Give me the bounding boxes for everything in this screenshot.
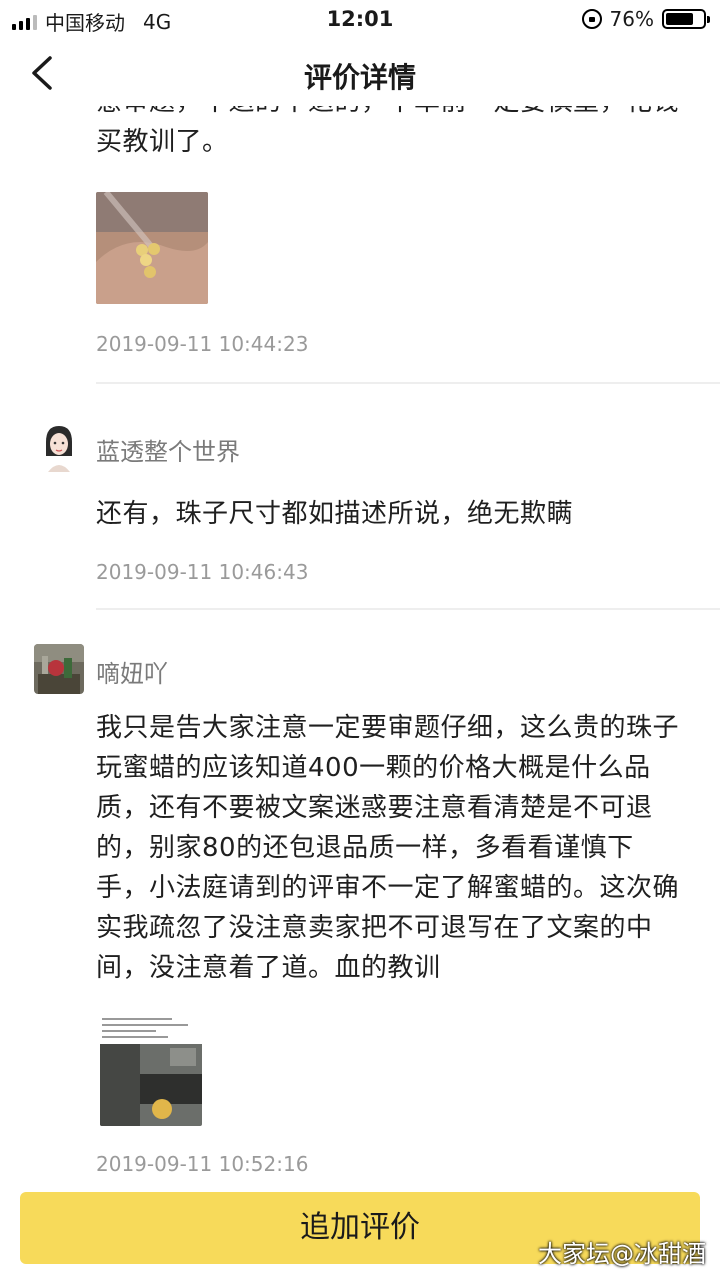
avatar-image bbox=[34, 422, 84, 472]
comment-photo[interactable] bbox=[100, 1014, 202, 1126]
screenshot-image bbox=[100, 1014, 202, 1126]
status-right: 76% bbox=[581, 7, 710, 31]
username: 蓝透整个世界 bbox=[96, 438, 240, 466]
comment-text: 我只是告大家注意一定要审题仔细，这么贵的珠子玩蜜蜡的应该知道400一颗的价格大概… bbox=[96, 713, 680, 983]
comment-item: 意审题，不退的不退的，下单前一定要慎重，花钱买教训了。 2019-09-11 1… bbox=[0, 106, 720, 384]
divider bbox=[96, 382, 720, 384]
username: 嘀妞吖 bbox=[96, 660, 168, 688]
avatar-image bbox=[34, 644, 84, 694]
comment-text: 意审题，不退的不退的，下单前一定要慎重，花钱买教训了。 bbox=[96, 106, 679, 157]
battery-icon bbox=[662, 9, 710, 29]
battery-fill bbox=[666, 13, 694, 25]
orientation-lock-icon bbox=[581, 9, 602, 29]
comment-item: 蓝透整个世界 还有，珠子尺寸都如描述所说，绝无欺瞒 2019-09-11 10:… bbox=[0, 422, 720, 610]
page-title: 评价详情 bbox=[303, 61, 416, 94]
comment-user: 嘀妞吖 bbox=[0, 644, 720, 704]
comment-timestamp: 2019-09-11 10:44:23 bbox=[96, 332, 309, 356]
comment-text: 还有，珠子尺寸都如描述所说，绝无欺瞒 bbox=[96, 499, 574, 529]
comment-timestamp: 2019-09-11 10:52:16 bbox=[96, 1152, 309, 1176]
beads-in-hand-image bbox=[96, 192, 208, 304]
avatar[interactable] bbox=[34, 644, 84, 694]
comment-timestamp: 2019-09-11 10:46:43 bbox=[96, 560, 309, 584]
comment-photo[interactable] bbox=[96, 192, 208, 304]
divider bbox=[96, 608, 720, 610]
status-bar: 中国移动 4G 12:01 76% bbox=[0, 0, 720, 40]
battery-percent: 76% bbox=[609, 7, 654, 31]
nav-header: 评价详情 bbox=[0, 40, 720, 106]
watermark: 大家坛@冰甜酒 bbox=[538, 1240, 706, 1268]
avatar[interactable] bbox=[34, 422, 84, 472]
review-list[interactable]: 意审题，不退的不退的，下单前一定要慎重，花钱买教训了。 2019-09-11 1… bbox=[0, 106, 720, 1176]
comment-item: 嘀妞吖 我只是告大家注意一定要审题仔细，这么贵的珠子玩蜜蜡的应该知道400一颗的… bbox=[0, 644, 720, 1176]
comment-user: 蓝透整个世界 bbox=[0, 422, 720, 482]
